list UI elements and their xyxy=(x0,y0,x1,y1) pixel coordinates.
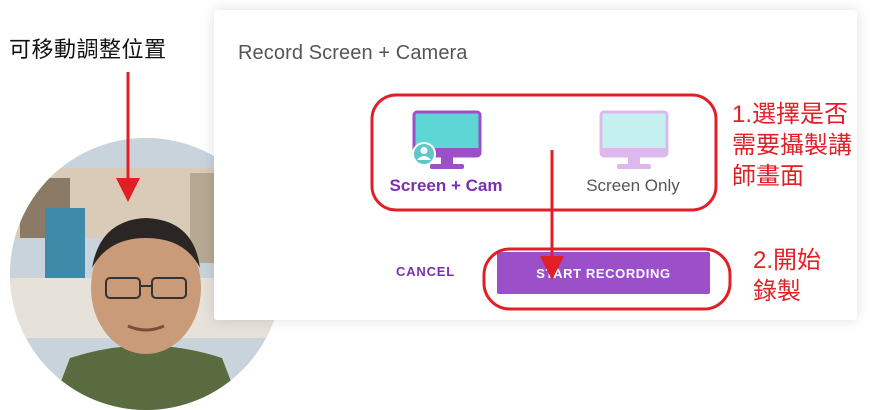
option-screen-only-label: Screen Only xyxy=(586,176,680,195)
monitor-with-camera-icon xyxy=(412,110,482,169)
dialog-title: Record Screen + Camera xyxy=(238,42,468,64)
annotation-step2: 2.開始 錄製 xyxy=(753,245,821,307)
option-screen-only[interactable]: Screen Only xyxy=(558,105,708,215)
monitor-icon xyxy=(599,110,669,169)
annotation-step1-line: 師畫面 xyxy=(732,163,804,190)
cancel-button[interactable]: CANCEL xyxy=(396,264,455,279)
annotation-step2-line: 錄製 xyxy=(753,278,801,305)
annotation-step2-line: 2.開始 xyxy=(753,247,822,274)
option-screen-cam[interactable]: Screen + Cam xyxy=(371,105,521,215)
option-screen-cam-label: Screen + Cam xyxy=(389,176,503,195)
annotation-step1-line: 1.選擇是否 xyxy=(732,101,849,128)
reposition-hint-label: 可移動調整位置 xyxy=(9,37,167,62)
annotation-step1-line: 需要攝製講 xyxy=(732,132,852,159)
annotation-step1: 1.選擇是否 需要攝製講 師畫面 xyxy=(732,99,852,192)
start-recording-button[interactable]: START RECORDING xyxy=(497,252,710,294)
